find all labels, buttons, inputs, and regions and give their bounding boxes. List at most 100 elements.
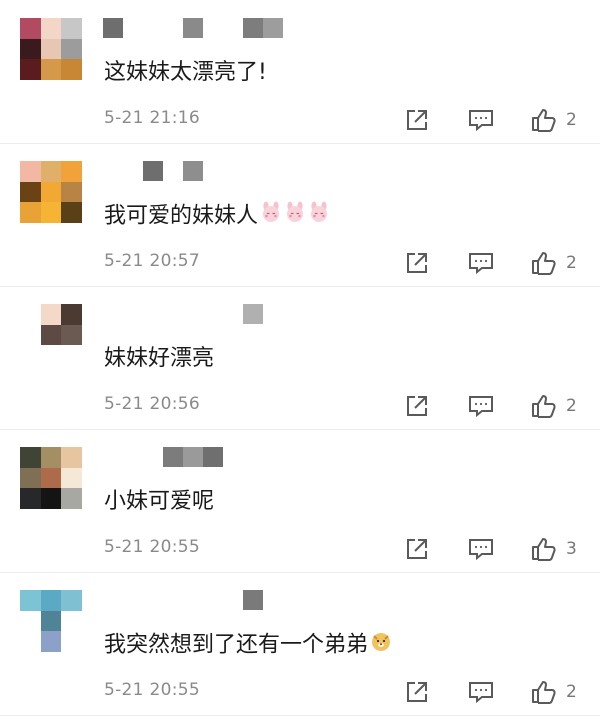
username-mosaic-tile [223,161,243,181]
username-mosaic-tile [183,161,203,181]
like-button[interactable]: 2 [530,679,577,705]
username-pixelated[interactable] [103,447,283,469]
username-mosaic-tile [103,304,123,324]
comment-timestamp: 5-21 20:55 [104,537,200,557]
comment-timestamp: 5-21 20:56 [104,394,200,414]
avatar-mosaic-tile [40,304,62,325]
like-count: 2 [566,110,577,130]
username-mosaic-tile [143,304,163,324]
avatar-mosaic-tile [40,18,62,39]
comment-item: 我可爱的妹妹人 5-21 20:57 2 [0,145,600,287]
like-button[interactable]: 3 [530,536,577,562]
bunny-emoji-icon [260,201,282,232]
username-mosaic-tile [103,161,123,181]
username-mosaic-tile [143,18,163,38]
username-mosaic-tile [163,161,183,181]
avatar-mosaic-tile [61,304,82,325]
username-mosaic-tile [243,447,263,467]
username-pixelated[interactable] [103,161,283,183]
avatar-mosaic-tile [61,447,82,468]
bunny-emoji-icon [308,201,330,232]
thumbs-up-icon [530,107,558,133]
like-count: 2 [566,396,577,416]
thumbs-up-icon [530,536,558,562]
share-icon[interactable] [404,250,430,276]
username-mosaic-tile [263,304,283,324]
comment-bubble-icon[interactable] [467,107,495,133]
avatar[interactable] [20,447,82,509]
username-mosaic-tile [103,18,123,38]
avatar-mosaic-tile [40,610,62,632]
comment-bubble-icon[interactable] [467,536,495,562]
avatar-mosaic-tile [20,161,41,182]
avatar[interactable] [20,590,82,652]
username-mosaic-tile [223,447,243,467]
like-button[interactable]: 2 [530,250,577,276]
comment-bubble-icon[interactable] [467,393,495,419]
username-mosaic-tile [263,161,283,181]
comment-text: 这妹妹太漂亮了! [104,58,267,88]
comment-item: 妹妹好漂亮 5-21 20:56 2 [0,288,600,430]
username-pixelated[interactable] [103,590,283,612]
comment-bubble-icon[interactable] [467,250,495,276]
share-icon[interactable] [404,393,430,419]
username-mosaic-tile [163,304,183,324]
comment-text-content: 我可爱的妹妹人 [104,203,259,229]
comment-actions: 2 [404,107,594,133]
like-button[interactable]: 2 [530,393,577,419]
avatar-mosaic-tile [20,18,41,39]
username-pixelated[interactable] [103,18,283,40]
thumbs-up-icon [530,393,558,419]
avatar-mosaic-tile [61,324,82,346]
comment-bubble-icon[interactable] [467,679,495,705]
username-mosaic-tile [183,447,203,467]
username-mosaic-tile [243,590,263,610]
comment-text: 妹妹好漂亮 [104,344,214,374]
username-pixelated[interactable] [103,304,283,326]
username-mosaic-tile [243,304,263,324]
avatar-mosaic-tile [61,59,82,80]
avatar-mosaic-tile [40,161,62,182]
share-icon[interactable] [404,107,430,133]
username-mosaic-tile [223,18,243,38]
username-mosaic-tile [123,447,143,467]
username-mosaic-tile [163,18,183,38]
like-button[interactable]: 2 [530,107,577,133]
username-mosaic-tile [183,304,203,324]
avatar-mosaic-tile [40,324,62,346]
avatar-mosaic-tile [20,59,41,80]
avatar-mosaic-tile [40,59,62,80]
avatar-mosaic-tile [20,324,41,346]
avatar-mosaic-tile [20,610,41,632]
thumbs-up-icon [530,250,558,276]
thumbs-up-icon [530,679,558,705]
like-count: 3 [566,539,577,559]
avatar-mosaic-tile [61,345,82,366]
username-mosaic-tile [243,18,263,38]
avatar-mosaic-tile [61,18,82,39]
avatar-mosaic-tile [61,467,82,489]
comment-item: 这妹妹太漂亮了! 5-21 21:16 2 [0,2,600,144]
username-mosaic-tile [163,447,183,467]
username-mosaic-tile [243,161,263,181]
avatar-mosaic-tile [20,467,41,489]
username-mosaic-tile [203,447,223,467]
comment-text: 我可爱的妹妹人 [104,201,330,232]
comment-text: 小妹可爱呢 [104,487,214,517]
username-mosaic-tile [123,304,143,324]
comment-item: 我突然想到了还有一个弟弟 5-21 20:55 2 [0,574,600,716]
share-icon[interactable] [404,679,430,705]
share-icon[interactable] [404,536,430,562]
avatar-mosaic-tile [61,488,82,509]
bunny-emoji-icon [284,201,306,232]
avatar[interactable] [20,304,82,366]
avatar-mosaic-tile [20,590,41,611]
comment-text-content: 妹妹好漂亮 [104,346,215,371]
comment-actions: 2 [404,393,594,419]
avatar[interactable] [20,18,82,80]
avatar[interactable] [20,161,82,223]
username-mosaic-tile [263,590,283,610]
avatar-mosaic-tile [40,631,62,652]
avatar-mosaic-tile [40,447,62,468]
avatar-mosaic-tile [61,38,82,60]
